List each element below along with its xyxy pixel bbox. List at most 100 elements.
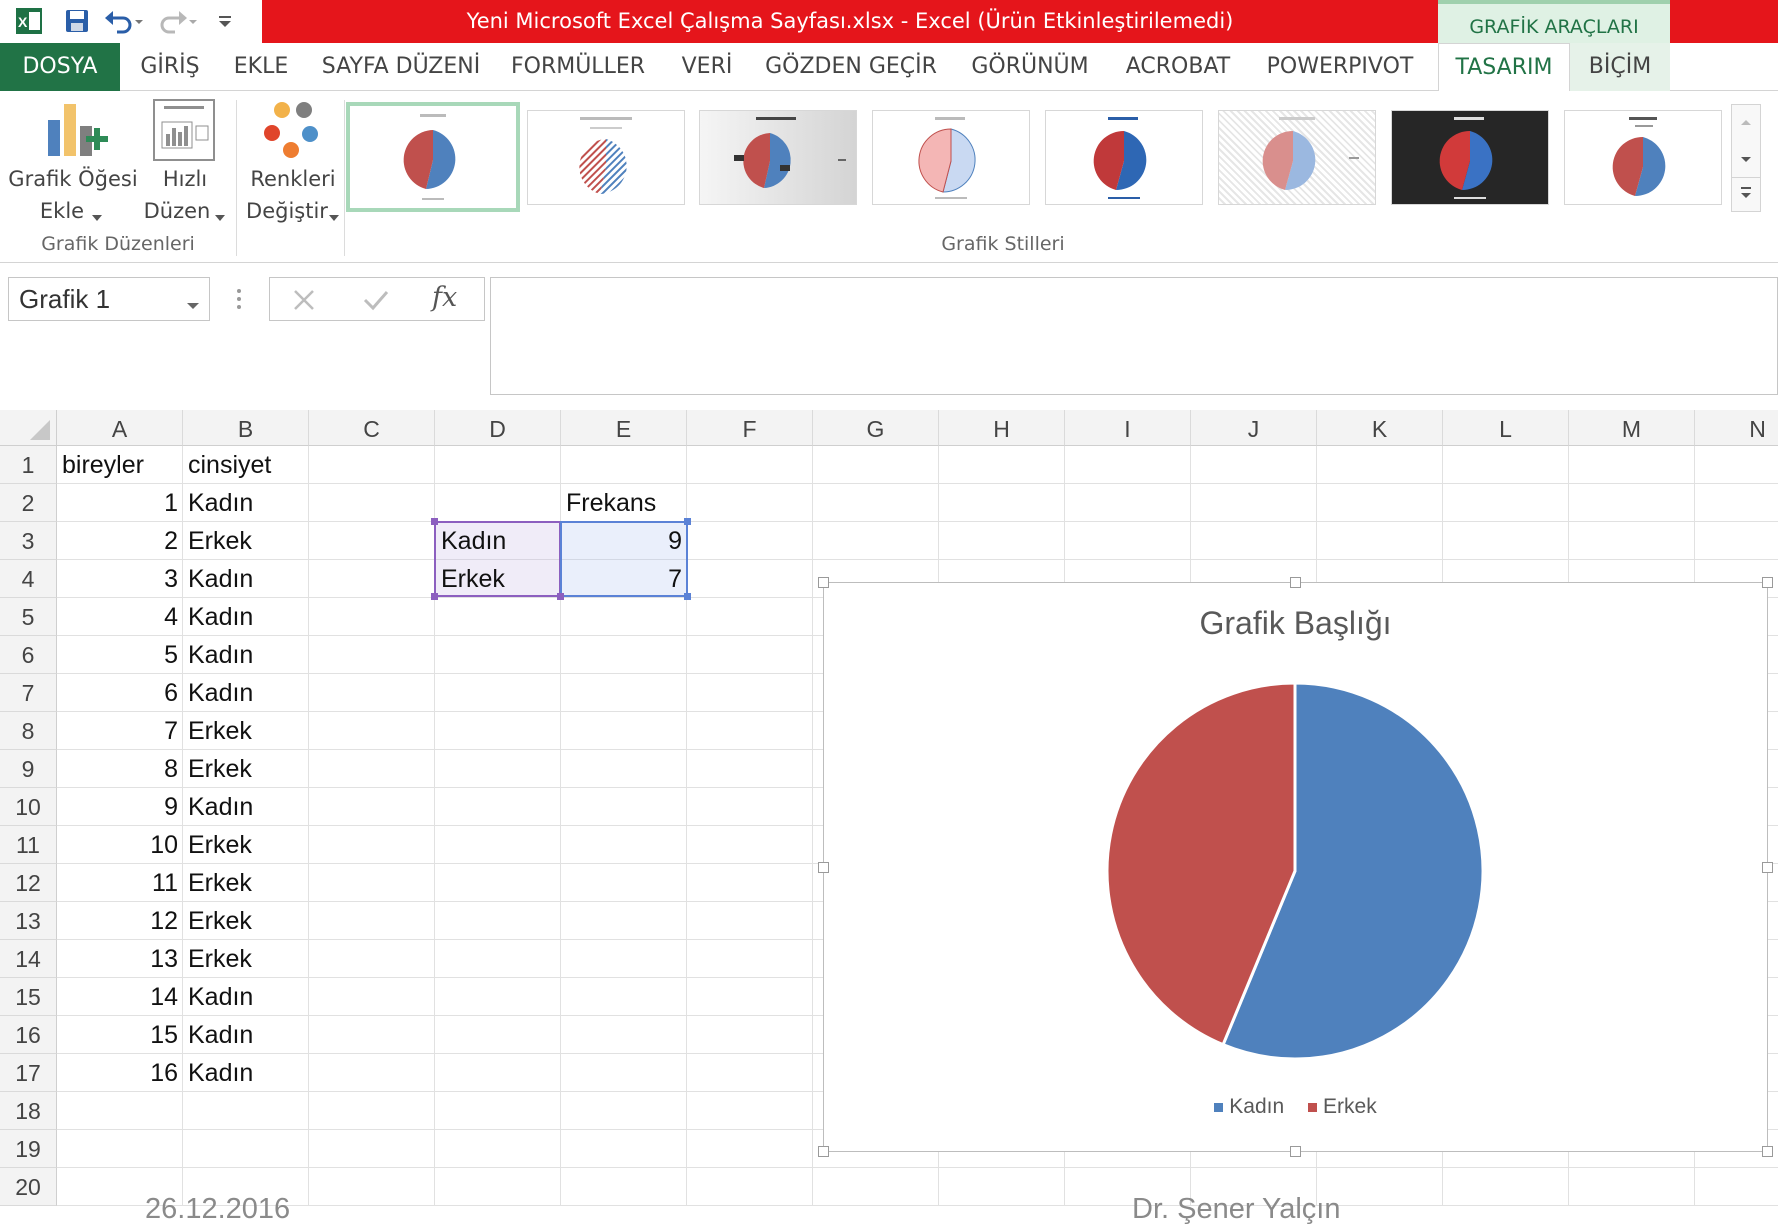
tab-formuller[interactable]: FORMÜLLER — [506, 43, 650, 91]
tab-dosya[interactable]: DOSYA — [0, 43, 120, 91]
row-header-6[interactable]: 6 — [0, 636, 57, 674]
chart-resize-handle[interactable] — [1762, 1146, 1773, 1157]
cell-b7[interactable]: Kadın — [188, 674, 253, 712]
row-header-7[interactable]: 7 — [0, 674, 57, 712]
chart-resize-handle[interactable] — [1762, 577, 1773, 588]
style-gallery-scroll[interactable] — [1731, 104, 1761, 212]
pie-plot-area[interactable] — [824, 583, 1767, 1151]
row-header-15[interactable]: 15 — [0, 978, 57, 1016]
column-header-n[interactable]: N — [1695, 410, 1778, 446]
column-header-b[interactable]: B — [183, 410, 309, 446]
cell-a16[interactable]: 15 — [57, 1016, 178, 1054]
cell-d4[interactable]: Erkek — [441, 560, 505, 598]
cell-a13[interactable]: 12 — [57, 902, 178, 940]
enter-icon[interactable] — [362, 288, 390, 316]
row-header-18[interactable]: 18 — [0, 1092, 57, 1130]
cell-b2[interactable]: Kadın — [188, 484, 253, 522]
row-header-14[interactable]: 14 — [0, 940, 57, 978]
tab-sayfa-duzeni[interactable]: SAYFA DÜZENİ — [314, 43, 488, 91]
chart-resize-handle[interactable] — [1762, 862, 1773, 873]
formula-input[interactable] — [490, 277, 1778, 395]
quick-layout-icon[interactable] — [152, 98, 216, 162]
column-header-l[interactable]: L — [1443, 410, 1569, 446]
column-header-a[interactable]: A — [57, 410, 183, 446]
row-header-13[interactable]: 13 — [0, 902, 57, 940]
name-box[interactable]: Grafik 1 — [8, 277, 210, 321]
cell-b10[interactable]: Kadın — [188, 788, 253, 826]
cell-e4[interactable]: 7 — [560, 560, 682, 598]
chart-style-5[interactable] — [1045, 110, 1203, 205]
cell-e2[interactable]: Frekans — [566, 484, 656, 522]
tab-tasarim[interactable]: TASARIM — [1438, 43, 1570, 91]
cell-a15[interactable]: 14 — [57, 978, 178, 1016]
column-header-e[interactable]: E — [561, 410, 687, 446]
row-header-1[interactable]: 1 — [0, 446, 57, 484]
cell-b3[interactable]: Erkek — [188, 522, 252, 560]
cell-e3[interactable]: 9 — [560, 522, 682, 560]
cell-b13[interactable]: Erkek — [188, 902, 252, 940]
redo-icon[interactable] — [154, 6, 200, 36]
chart-legend[interactable]: Kadın Erkek — [824, 1095, 1767, 1119]
tab-bicim[interactable]: BİÇİM — [1570, 43, 1670, 91]
cell-a14[interactable]: 13 — [57, 940, 178, 978]
column-header-j[interactable]: J — [1191, 410, 1317, 446]
cell-a4[interactable]: 3 — [57, 560, 178, 598]
cancel-icon[interactable] — [292, 288, 316, 316]
row-header-11[interactable]: 11 — [0, 826, 57, 864]
cell-d3[interactable]: Kadın — [441, 522, 506, 560]
tab-giris[interactable]: GİRİŞ — [126, 43, 214, 91]
undo-icon[interactable] — [100, 6, 146, 36]
cell-b12[interactable]: Erkek — [188, 864, 252, 902]
row-header-17[interactable]: 17 — [0, 1054, 57, 1092]
row-header-9[interactable]: 9 — [0, 750, 57, 788]
legend-item-kadin[interactable]: Kadın — [1214, 1095, 1284, 1118]
cell-a11[interactable]: 10 — [57, 826, 178, 864]
pie-chart[interactable]: Grafik Başlığı Kadın Erkek — [823, 582, 1768, 1152]
legend-item-erkek[interactable]: Erkek — [1308, 1095, 1377, 1118]
cell-a1[interactable]: bireyler — [62, 446, 144, 484]
row-header-10[interactable]: 10 — [0, 788, 57, 826]
chart-resize-handle[interactable] — [818, 862, 829, 873]
cell-a3[interactable]: 2 — [57, 522, 178, 560]
cell-a7[interactable]: 6 — [57, 674, 178, 712]
cell-b5[interactable]: Kadın — [188, 598, 253, 636]
chart-style-6[interactable] — [1218, 110, 1376, 205]
range-handle[interactable] — [431, 518, 438, 525]
cell-a6[interactable]: 5 — [57, 636, 178, 674]
cell-b16[interactable]: Kadın — [188, 1016, 253, 1054]
add-chart-element-icon[interactable] — [38, 100, 108, 162]
column-header-d[interactable]: D — [435, 410, 561, 446]
cell-b14[interactable]: Erkek — [188, 940, 252, 978]
cell-b1[interactable]: cinsiyet — [188, 446, 271, 484]
cell-a8[interactable]: 7 — [57, 712, 178, 750]
row-header-3[interactable]: 3 — [0, 522, 57, 560]
column-header-f[interactable]: F — [687, 410, 813, 446]
cell-a12[interactable]: 11 — [57, 864, 178, 902]
row-header-2[interactable]: 2 — [0, 484, 57, 522]
row-header-5[interactable]: 5 — [0, 598, 57, 636]
cell-b8[interactable]: Erkek — [188, 712, 252, 750]
cell-a10[interactable]: 9 — [57, 788, 178, 826]
cell-b11[interactable]: Erkek — [188, 826, 252, 864]
row-header-8[interactable]: 8 — [0, 712, 57, 750]
row-header-12[interactable]: 12 — [0, 864, 57, 902]
range-handle[interactable] — [684, 593, 691, 600]
chart-resize-handle[interactable] — [1290, 1146, 1301, 1157]
cell-a17[interactable]: 16 — [57, 1054, 178, 1092]
save-icon[interactable] — [60, 6, 94, 36]
tab-gorunum[interactable]: GÖRÜNÜM — [962, 43, 1098, 91]
chart-resize-handle[interactable] — [1290, 577, 1301, 588]
column-header-k[interactable]: K — [1317, 410, 1443, 446]
chart-style-1[interactable] — [346, 102, 520, 212]
cell-b17[interactable]: Kadın — [188, 1054, 253, 1092]
cell-b4[interactable]: Kadın — [188, 560, 253, 598]
row-header-19[interactable]: 19 — [0, 1130, 57, 1168]
customize-qat-icon[interactable] — [210, 6, 240, 36]
chart-style-3[interactable] — [699, 110, 857, 205]
tab-powerpivot[interactable]: POWERPIVOT — [1262, 43, 1418, 91]
tab-gozden-gecir[interactable]: GÖZDEN GEÇİR — [762, 43, 940, 91]
range-handle[interactable] — [557, 593, 564, 600]
column-header-m[interactable]: M — [1569, 410, 1695, 446]
insert-function-button[interactable]: fx — [432, 282, 457, 313]
range-handle[interactable] — [431, 593, 438, 600]
